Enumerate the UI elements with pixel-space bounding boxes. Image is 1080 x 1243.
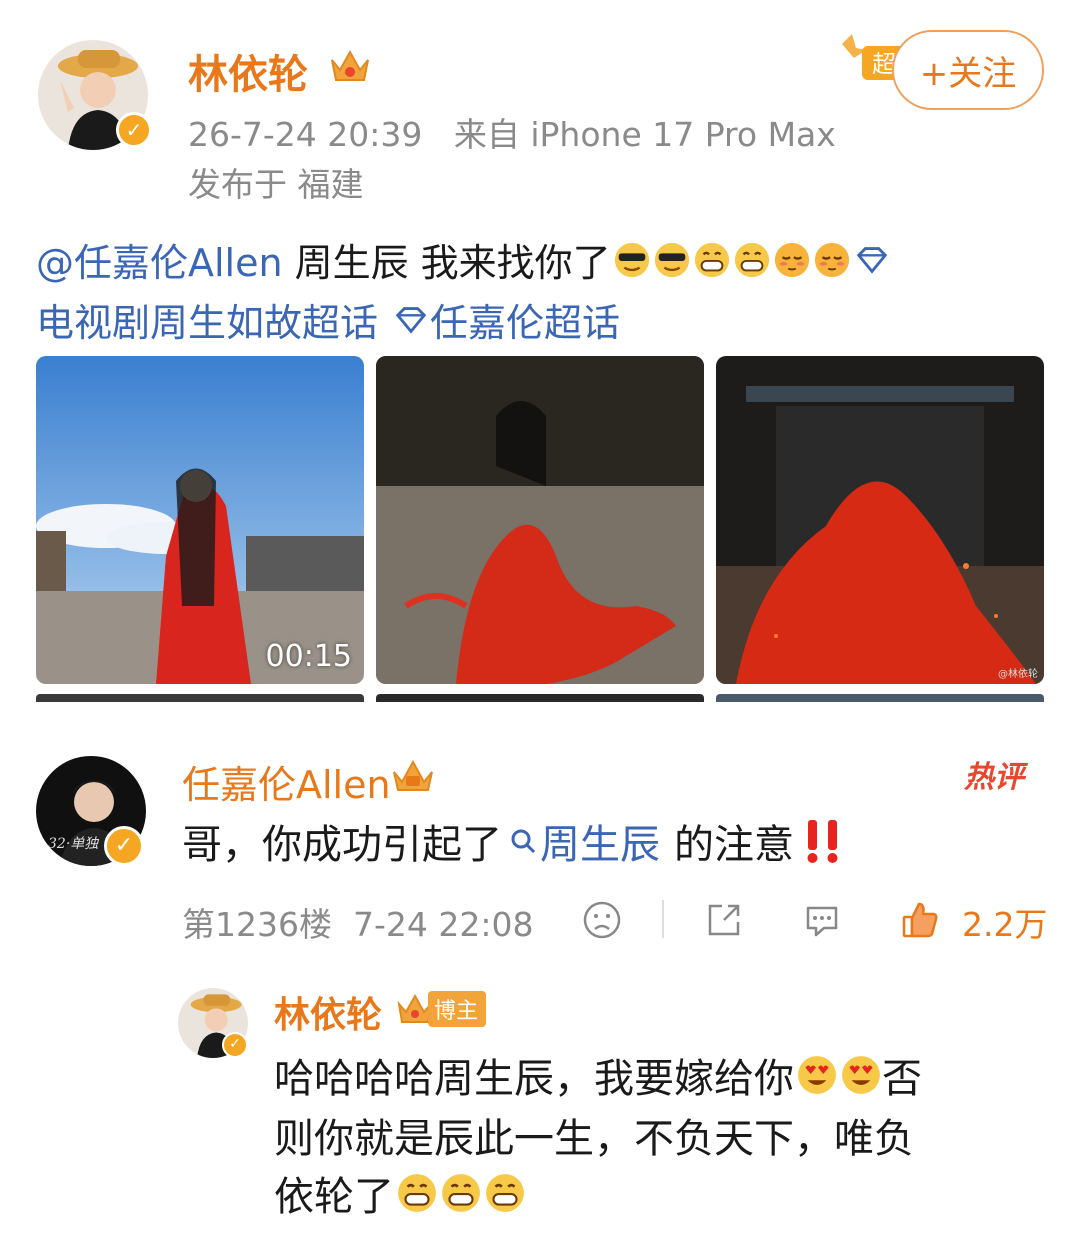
reply-text: 否	[882, 1056, 922, 1102]
mention-link[interactable]: @任嘉伦Allen	[36, 232, 283, 287]
post-video-thumbnail[interactable]: 00:15	[36, 356, 364, 684]
cool-emoji-icon	[653, 241, 691, 279]
heart-eyes-emoji-icon	[796, 1054, 838, 1096]
comment-text-after: 的注意	[674, 822, 794, 868]
crown-icon	[393, 759, 433, 791]
comment-search-link[interactable]: 周生辰	[540, 812, 660, 870]
grin-emoji-icon	[733, 241, 771, 279]
grin-emoji-icon	[693, 241, 731, 279]
like-count: 2.2万	[962, 905, 1048, 944]
comment-time: 7-24 22:08	[352, 905, 534, 944]
grin-emoji-icon	[440, 1172, 482, 1214]
search-icon	[511, 829, 536, 854]
topic-diamond-icon	[392, 301, 430, 339]
like-button[interactable]	[900, 898, 940, 942]
dislike-icon	[583, 901, 621, 939]
like-icon	[902, 902, 938, 938]
avatar-caption: 32·单独	[48, 836, 99, 852]
post-image-row2-strip[interactable]	[376, 694, 704, 702]
verified-icon: ✓	[104, 826, 144, 866]
post-image-row2-strip[interactable]	[36, 694, 364, 702]
post-text-line2: 电视剧周生如故超话 任嘉伦超话	[36, 292, 620, 347]
blogger-badge: 博主	[396, 991, 487, 1027]
post-meta-line: 26-7-24 20:39 来自 iPhone 17 Pro Max	[188, 108, 836, 156]
comment-meta: 第1236楼 7-24 22:08	[182, 898, 533, 946]
post-source: 来自 iPhone 17 Pro Max	[453, 115, 836, 154]
post-text-line1: @任嘉伦Allen 周生辰 我来找你了	[36, 232, 891, 287]
hot-comment-badge: 热评	[964, 760, 1024, 795]
verified-icon: ✓	[222, 1032, 248, 1058]
reply-author-name[interactable]: 林依轮	[274, 986, 382, 1038]
comment-text-before: 哥，你成功引起了	[182, 822, 502, 868]
comment-text: 哥，你成功引起了 周生辰 的注意	[182, 812, 848, 870]
post-image-3[interactable]: @林依轮	[716, 356, 1044, 684]
action-divider	[662, 900, 664, 938]
blogger-badge-label: 博主	[428, 991, 487, 1027]
reply-text: 依轮了	[274, 1174, 394, 1220]
grin-emoji-icon	[396, 1172, 438, 1214]
topic-link-actor[interactable]: 任嘉伦超话	[430, 292, 620, 347]
cool-emoji-icon	[613, 241, 651, 279]
reply-text: 哈哈哈哈周生辰，我要嫁给你	[274, 1056, 794, 1102]
author-name[interactable]: 林依轮	[188, 42, 308, 100]
image-watermark: @林依轮	[998, 669, 1038, 680]
shy-emoji-icon	[813, 241, 851, 279]
shy-emoji-icon	[773, 241, 811, 279]
share-icon	[708, 904, 740, 936]
reply-text-line3: 依轮了	[274, 1164, 526, 1222]
reply-text-line1: 哈哈哈哈周生辰，我要嫁给你 否	[274, 1046, 922, 1104]
grin-emoji-icon	[484, 1172, 526, 1214]
topic-link-drama[interactable]: 电视剧周生如故超话	[36, 292, 378, 347]
post-location: 发布于 福建	[188, 165, 364, 204]
dislike-button[interactable]	[582, 898, 622, 942]
heart-eyes-emoji-icon	[840, 1054, 882, 1096]
video-duration: 00:15	[265, 639, 352, 674]
post-image-2[interactable]	[376, 356, 704, 684]
comment-button[interactable]	[802, 898, 842, 942]
crown-icon	[331, 49, 369, 81]
reply-text-line2: 则你就是辰此一生，不负天下，唯负	[274, 1116, 914, 1162]
follow-button[interactable]: +关注	[892, 30, 1044, 110]
comment-floor: 第1236楼	[182, 905, 332, 944]
post-image-row2-strip[interactable]	[716, 694, 1044, 702]
post-body-text: 周生辰 我来找你了	[294, 241, 611, 285]
follow-button-label: +关注	[919, 53, 1017, 94]
double-exclamation-icon	[807, 820, 838, 863]
topic-diamond-icon	[853, 241, 891, 279]
post-timestamp: 26-7-24 20:39	[188, 115, 423, 154]
commenter-name[interactable]: 任嘉伦Allen	[182, 754, 391, 809]
verified-icon: ✓	[116, 112, 152, 148]
comment-icon	[806, 906, 838, 937]
share-button[interactable]	[704, 898, 744, 942]
